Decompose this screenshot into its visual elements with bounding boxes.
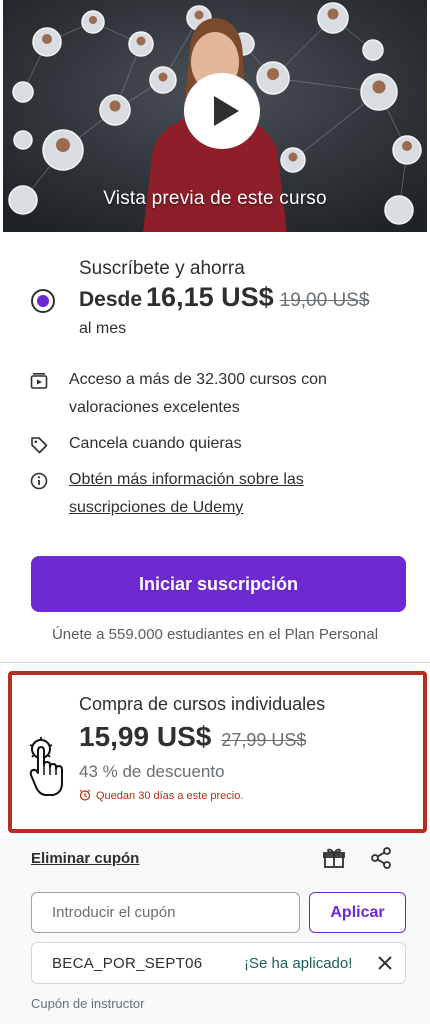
feature-item: Obtén más información sobre las suscripc… — [30, 466, 360, 522]
instructor-coupon-label: Cupón de instructor — [31, 996, 145, 1011]
from-label: Desde — [79, 288, 143, 311]
price-timer: Quedan 30 días a este precio. — [79, 789, 243, 802]
individual-price: 15,99 US$ — [79, 721, 212, 752]
subscription-info-link[interactable]: Obtén más información sobre las suscripc… — [69, 471, 304, 516]
remove-coupon-link[interactable]: Eliminar cupón — [31, 850, 139, 867]
discount-text: 43 % de descuento — [79, 762, 225, 781]
feature-text: Cancela cuando quieras — [69, 435, 242, 452]
library-icon — [30, 372, 48, 389]
start-subscription-button[interactable]: Iniciar suscripción — [31, 556, 406, 612]
subscription-original-price: 19,00 US$ — [279, 290, 370, 311]
info-icon — [30, 472, 48, 490]
feature-text: Acceso a más de 32.300 cursos con valora… — [69, 371, 327, 416]
close-icon[interactable] — [377, 955, 393, 971]
play-icon — [214, 96, 239, 126]
feature-item: Cancela cuando quieras — [30, 430, 360, 458]
gift-icon[interactable] — [322, 846, 346, 870]
divider — [0, 662, 430, 663]
subscription-title: Suscríbete y ahorra — [79, 258, 245, 279]
applied-coupon-status: ¡Se ha aplicado! — [244, 955, 353, 972]
tag-icon — [31, 437, 48, 454]
alarm-clock-icon — [79, 789, 91, 801]
individual-original-price: 27,99 US$ — [221, 730, 307, 750]
applied-coupon-code: BECA_POR_SEPT06 — [52, 955, 203, 972]
preview-caption: Vista previa de este curso — [103, 188, 327, 209]
individual-title: Compra de cursos individuales — [79, 694, 326, 714]
share-icon[interactable] — [369, 846, 393, 870]
timer-text: Quedan 30 días a este precio. — [96, 790, 244, 802]
course-preview[interactable]: Vista previa de este curso — [3, 0, 427, 232]
subscription-price-row: Desde 16,15 US$ 19,00 US$ — [79, 282, 369, 313]
feature-item: Acceso a más de 32.300 cursos con valora… — [30, 366, 360, 422]
subscription-period: al mes — [79, 320, 127, 337]
play-button[interactable] — [184, 73, 260, 149]
hand-pointer-icon — [29, 737, 63, 796]
applied-coupon: BECA_POR_SEPT06 ¡Se ha aplicado! — [31, 942, 406, 984]
subscription-radio[interactable] — [31, 289, 55, 313]
subscription-price: 16,15 US$ — [146, 282, 274, 312]
apply-coupon-button[interactable]: Aplicar — [309, 892, 406, 933]
join-text: Únete a 559.000 estudiantes en el Plan P… — [51, 626, 379, 643]
coupon-input[interactable] — [31, 892, 300, 933]
individual-price-row: 15,99 US$ 27,99 US$ — [79, 721, 306, 753]
